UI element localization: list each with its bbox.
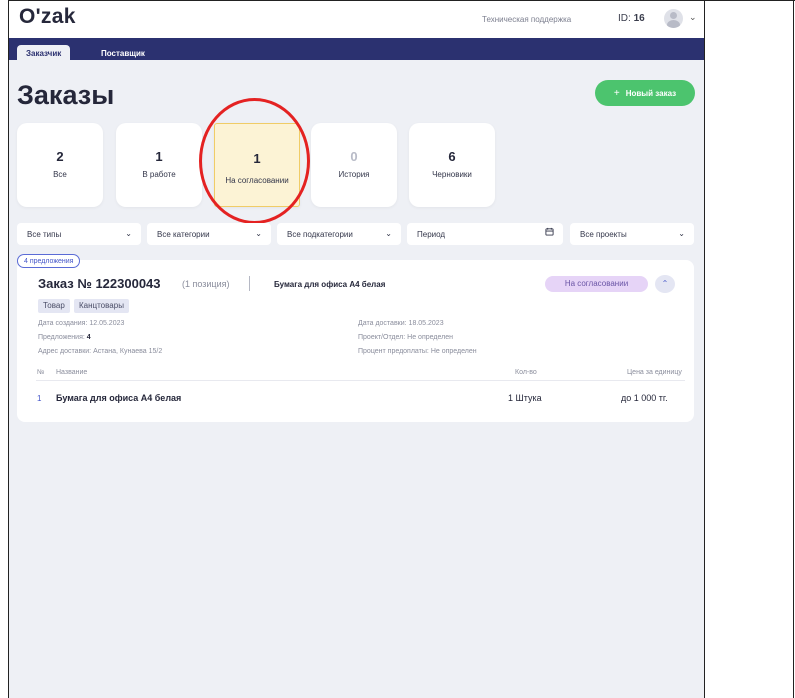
meta-project-label: Проект/Отдел: — [358, 334, 406, 341]
stat-value: 0 — [350, 149, 358, 164]
filter-types-label: Все типы — [27, 230, 62, 239]
stat-history[interactable]: 0 История — [311, 123, 397, 207]
stat-in-progress[interactable]: 1 В работе — [116, 123, 202, 207]
top-header: O'zak Техническая поддержка ID: 16 ⌄ — [9, 1, 704, 38]
filter-subcategories[interactable]: Все подкатегории ⌄ — [277, 223, 401, 245]
avatar-body — [667, 20, 680, 28]
col-header-num: № — [37, 369, 45, 376]
meta-address-value: Астана, Кунаева 15/2 — [93, 348, 163, 355]
meta-offers-value: 4 — [86, 334, 91, 341]
chevron-down-icon: ⌄ — [125, 229, 132, 238]
main-content: Заказы + Новый заказ 2 Все 1 В работе 1 … — [9, 60, 704, 698]
meta-prepay-label: Процент предоплаты: — [358, 348, 429, 355]
tab-supplier[interactable]: Поставщик — [92, 45, 154, 60]
stat-label: Все — [53, 170, 67, 179]
filter-period-label: Период — [417, 230, 446, 239]
outer-margin — [705, 0, 795, 698]
role-navbar: Заказчик Поставщик — [9, 38, 704, 60]
page-title: Заказы — [17, 80, 115, 110]
filter-projects[interactable]: Все проекты ⌄ — [570, 223, 694, 245]
chevron-down-icon: ⌄ — [385, 229, 392, 238]
meta-created-value: 12.05.2023 — [89, 320, 125, 327]
filter-period[interactable]: Период — [407, 223, 563, 245]
col-header-name: Название — [56, 369, 88, 376]
meta-address: Адрес доставки: Астана, Кунаева 15/2 — [38, 348, 162, 355]
meta-offers-label: Предложения: — [38, 334, 85, 341]
order-card: 4 предложения Заказ № 122300043 (1 позиц… — [17, 254, 694, 422]
meta-project: Проект/Отдел: Не определен — [358, 334, 453, 341]
meta-project-value: Не определен — [407, 334, 453, 341]
order-title[interactable]: Заказ № 122300043 — [38, 276, 161, 291]
filter-projects-label: Все проекты — [580, 230, 627, 239]
divider — [249, 276, 250, 291]
stat-label: Черновики — [432, 170, 472, 179]
meta-prepay: Процент предоплаты: Не определен — [358, 348, 477, 355]
meta-delivery-label: Дата доставки: — [358, 320, 407, 327]
stat-value: 1 — [155, 149, 163, 164]
stat-value: 2 — [56, 149, 64, 164]
user-id-value: 16 — [633, 13, 645, 24]
stat-label: В работе — [142, 170, 176, 179]
chevron-up-icon[interactable]: ⌃ — [655, 275, 675, 293]
outer-border — [793, 0, 794, 698]
row-qty: 1 Штука — [508, 393, 542, 403]
user-id-label: ID: — [618, 13, 631, 24]
tab-customer[interactable]: Заказчик — [17, 45, 71, 60]
meta-delivery-value: 18.05.2023 — [408, 320, 444, 327]
meta-delivery: Дата доставки: 18.05.2023 — [358, 320, 444, 327]
support-link[interactable]: Техническая поддержка — [482, 15, 571, 24]
meta-created: Дата создания: 12.05.2023 — [38, 320, 124, 327]
stat-value: 6 — [448, 149, 456, 164]
avatar[interactable] — [664, 9, 683, 28]
chevron-down-icon[interactable]: ⌄ — [689, 12, 697, 23]
stat-drafts[interactable]: 6 Черновики — [409, 123, 495, 207]
offers-badge[interactable]: 4 предложения — [17, 254, 81, 268]
table-divider — [36, 380, 685, 381]
meta-address-label: Адрес доставки: — [38, 348, 92, 355]
calendar-icon — [545, 227, 554, 236]
col-header-qty: Кол-во — [515, 369, 537, 376]
filter-subcategories-label: Все подкатегории — [287, 230, 353, 239]
filter-types[interactable]: Все типы ⌄ — [17, 223, 141, 245]
plus-icon: + — [613, 87, 620, 99]
new-order-button[interactable]: + Новый заказ — [595, 80, 695, 106]
chevron-down-icon: ⌄ — [678, 229, 685, 238]
stat-label: История — [338, 170, 370, 179]
status-badge: На согласовании — [545, 276, 648, 292]
avatar-head — [670, 12, 677, 19]
user-id: ID: 16 — [618, 13, 645, 24]
meta-prepay-value: Не определен — [430, 348, 477, 355]
meta-created-label: Дата создания: — [38, 320, 88, 327]
meta-offers: Предложения: 4 — [38, 334, 91, 341]
row-num: 1 — [37, 394, 42, 403]
order-positions: (1 позиция) — [182, 279, 230, 289]
logo[interactable]: O'zak — [19, 5, 76, 29]
order-item-name: Бумага для офиса А4 белая — [274, 280, 386, 289]
filter-categories-label: Все категории — [157, 230, 210, 239]
tag-type: Товар — [38, 299, 70, 313]
chevron-down-icon: ⌄ — [255, 229, 262, 238]
row-price: до 1 000 тг. — [621, 393, 668, 403]
tag-category: Канцтовары — [74, 299, 129, 313]
annotation-circle — [199, 98, 310, 224]
new-order-label: Новый заказ — [625, 88, 677, 98]
filter-categories[interactable]: Все категории ⌄ — [147, 223, 271, 245]
col-header-price: Цена за единицу — [627, 369, 682, 376]
row-name[interactable]: Бумага для офиса А4 белая — [56, 393, 181, 403]
stat-all[interactable]: 2 Все — [17, 123, 103, 207]
